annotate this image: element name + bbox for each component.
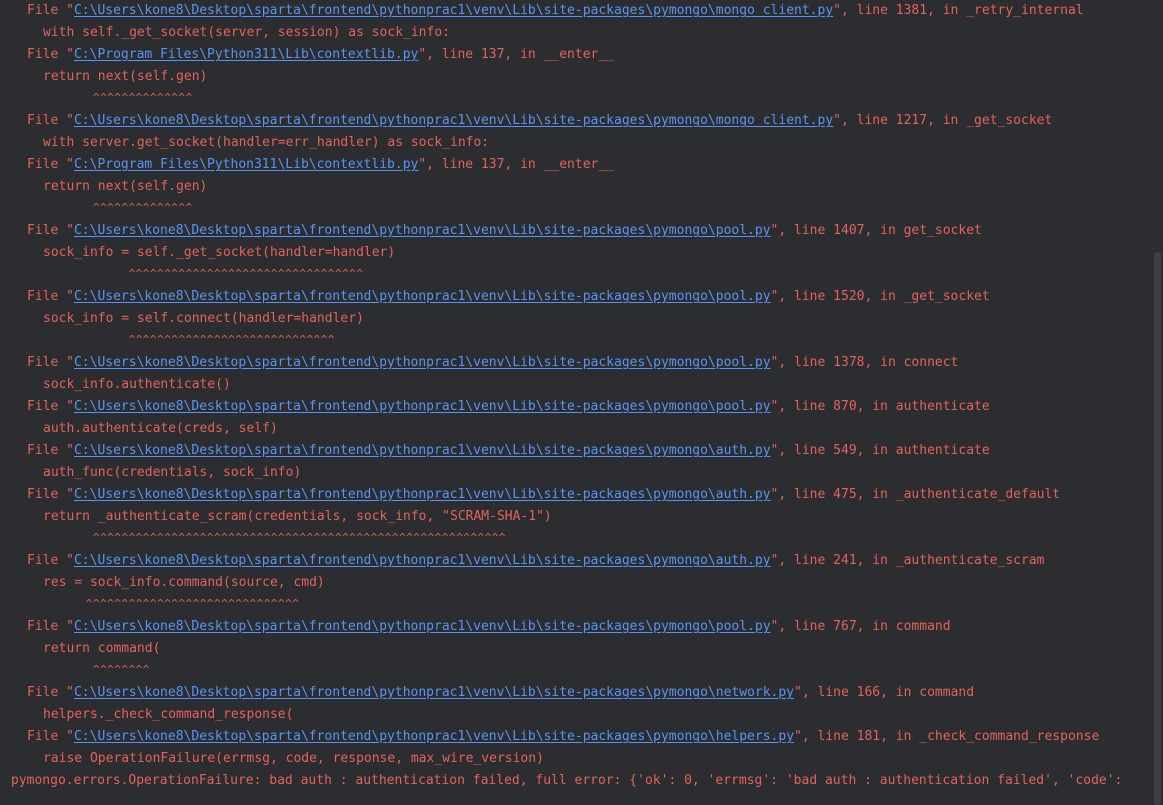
traceback-code-line: sock_info = self._get_socket(handler=han… — [43, 245, 396, 260]
file-location: ", line 767, in command — [770, 619, 951, 634]
file-prefix: File " — [27, 289, 74, 304]
file-path-link[interactable]: C:\Users\kone8\Desktop\sparta\frontend\p… — [74, 289, 771, 304]
error-caret-marker: ^^^^^^^^^^^^^^ — [43, 91, 193, 104]
run-console[interactable]: File "C:\Users\kone8\Desktop\sparta\fron… — [0, 0, 1163, 805]
file-location: ", line 1520, in _get_socket — [770, 289, 990, 304]
file-location: ", line 137, in __enter__ — [418, 157, 615, 172]
file-prefix: File " — [27, 157, 74, 172]
file-location: ", line 241, in _authenticate_scram — [770, 553, 1045, 568]
file-prefix: File " — [27, 619, 74, 634]
file-path-link[interactable]: C:\Users\kone8\Desktop\sparta\frontend\p… — [74, 553, 771, 568]
file-prefix: File " — [27, 399, 74, 414]
traceback-caret-line: ^^^^^^^^ — [0, 660, 1152, 682]
file-path-link[interactable]: C:\Program Files\Python311\Lib\contextli… — [74, 157, 418, 172]
error-caret-marker: ^^^^^^^^^^^^^^^^^^^^^^^^^^^^^^^^^^^^^^^^… — [43, 531, 506, 544]
traceback-file-line: File "C:\Users\kone8\Desktop\sparta\fron… — [0, 286, 1152, 308]
file-path-link[interactable]: C:\Users\kone8\Desktop\sparta\frontend\p… — [74, 729, 794, 744]
traceback-caret-line: ^^^^^^^^^^^^^^^^^^^^^^^^^^^^^^^^^^^^^^^^… — [0, 528, 1152, 550]
file-path-link[interactable]: C:\Users\kone8\Desktop\sparta\frontend\p… — [74, 223, 771, 238]
file-location: ", line 549, in authenticate — [770, 443, 990, 458]
traceback-file-line: File "C:\Users\kone8\Desktop\sparta\fron… — [0, 352, 1152, 374]
file-path-link[interactable]: C:\Users\kone8\Desktop\sparta\frontend\p… — [74, 399, 771, 414]
traceback-code-line: return next(self.gen) — [43, 179, 208, 194]
traceback-file-line: File "C:\Program Files\Python311\Lib\con… — [0, 154, 1152, 176]
traceback-code-line: helpers._check_command_response( — [43, 707, 294, 722]
file-location: ", line 1407, in get_socket — [770, 223, 982, 238]
traceback-caret-line: ^^^^^^^^^^^^^^^^^^^^^^^^^^^^^^^^^ — [0, 264, 1152, 286]
traceback-file-line: File "C:\Users\kone8\Desktop\sparta\fron… — [0, 682, 1152, 704]
traceback-code-line: sock_info.authenticate() — [43, 377, 231, 392]
traceback-code-line: raise OperationFailure(errmsg, code, res… — [43, 751, 544, 766]
traceback-file-line: File "C:\Users\kone8\Desktop\sparta\fron… — [0, 550, 1152, 572]
file-path-link[interactable]: C:\Users\kone8\Desktop\sparta\frontend\p… — [74, 355, 771, 370]
file-path-link[interactable]: C:\Program Files\Python311\Lib\contextli… — [74, 47, 418, 62]
file-path-link[interactable]: C:\Users\kone8\Desktop\sparta\frontend\p… — [74, 3, 833, 18]
traceback-file-line: File "C:\Program Files\Python311\Lib\con… — [0, 44, 1152, 66]
traceback-code-line: auth.authenticate(creds, self) — [43, 421, 278, 436]
traceback-file-line: File "C:\Users\kone8\Desktop\sparta\fron… — [0, 616, 1152, 638]
file-path-link[interactable]: C:\Users\kone8\Desktop\sparta\frontend\p… — [74, 443, 771, 458]
traceback-caret-line: ^^^^^^^^^^^^^^ — [0, 198, 1152, 220]
file-path-link[interactable]: C:\Users\kone8\Desktop\sparta\frontend\p… — [74, 487, 771, 502]
exception-message: pymongo.errors.OperationFailure: bad aut… — [11, 773, 1123, 788]
traceback-code-line: auth_func(credentials, sock_info) — [43, 465, 302, 480]
traceback-file-line: File "C:\Users\kone8\Desktop\sparta\fron… — [0, 220, 1152, 242]
scrollbar-thumb[interactable] — [1154, 252, 1161, 805]
file-location: ", line 181, in _check_command_response — [794, 729, 1100, 744]
traceback-code-line: return _authenticate_scram(credentials, … — [43, 509, 552, 524]
file-prefix: File " — [27, 113, 74, 128]
file-location: ", line 1378, in connect — [770, 355, 959, 370]
traceback-output: File "C:\Users\kone8\Desktop\sparta\fron… — [0, 0, 1152, 792]
error-caret-marker: ^^^^^^^^ — [43, 663, 150, 676]
file-path-link[interactable]: C:\Users\kone8\Desktop\sparta\frontend\p… — [74, 619, 771, 634]
file-prefix: File " — [27, 355, 74, 370]
traceback-file-line: File "C:\Users\kone8\Desktop\sparta\fron… — [0, 726, 1152, 748]
traceback-file-line: File "C:\Users\kone8\Desktop\sparta\fron… — [0, 440, 1152, 462]
file-prefix: File " — [27, 487, 74, 502]
file-prefix: File " — [27, 685, 74, 700]
file-path-link[interactable]: C:\Users\kone8\Desktop\sparta\frontend\p… — [74, 685, 794, 700]
file-location: ", line 475, in _authenticate_default — [770, 487, 1061, 502]
traceback-file-line: File "C:\Users\kone8\Desktop\sparta\fron… — [0, 396, 1152, 418]
file-prefix: File " — [27, 3, 74, 18]
file-prefix: File " — [27, 47, 74, 62]
traceback-caret-line: ^^^^^^^^^^^^^^^^^^^^^^^^^^^^^^ — [0, 594, 1152, 616]
file-location: ", line 137, in __enter__ — [418, 47, 615, 62]
error-caret-marker: ^^^^^^^^^^^^^^^^^^^^^^^^^^^^^ — [43, 333, 336, 346]
file-prefix: File " — [27, 729, 74, 744]
file-prefix: File " — [27, 443, 74, 458]
traceback-code-line: res = sock_info.command(source, cmd) — [43, 575, 325, 590]
file-location: ", line 870, in authenticate — [770, 399, 990, 414]
error-caret-marker: ^^^^^^^^^^^^^^^^^^^^^^^^^^^^^^^^^ — [43, 267, 364, 280]
traceback-code-line: with server.get_socket(handler=err_handl… — [43, 135, 490, 150]
error-caret-marker: ^^^^^^^^^^^^^^^^^^^^^^^^^^^^^^ — [43, 597, 300, 610]
traceback-code-line: return next(self.gen) — [43, 69, 208, 84]
file-path-link[interactable]: C:\Users\kone8\Desktop\sparta\frontend\p… — [74, 113, 833, 128]
traceback-code-line: with self._get_socket(server, session) a… — [43, 25, 450, 40]
traceback-caret-line: ^^^^^^^^^^^^^^ — [0, 88, 1152, 110]
file-location: ", line 1217, in _get_socket — [833, 113, 1053, 128]
file-location: ", line 166, in command — [794, 685, 975, 700]
error-caret-marker: ^^^^^^^^^^^^^^ — [43, 201, 193, 214]
file-location: ", line 1381, in _retry_internal — [833, 3, 1084, 18]
traceback-file-line: File "C:\Users\kone8\Desktop\sparta\fron… — [0, 0, 1152, 22]
traceback-file-line: File "C:\Users\kone8\Desktop\sparta\fron… — [0, 484, 1152, 506]
traceback-code-line: return command( — [43, 641, 161, 656]
vertical-scrollbar[interactable] — [1152, 0, 1163, 805]
file-prefix: File " — [27, 223, 74, 238]
traceback-code-line: sock_info = self.connect(handler=handler… — [43, 311, 364, 326]
file-prefix: File " — [27, 553, 74, 568]
traceback-caret-line: ^^^^^^^^^^^^^^^^^^^^^^^^^^^^^ — [0, 330, 1152, 352]
traceback-file-line: File "C:\Users\kone8\Desktop\sparta\fron… — [0, 110, 1152, 132]
